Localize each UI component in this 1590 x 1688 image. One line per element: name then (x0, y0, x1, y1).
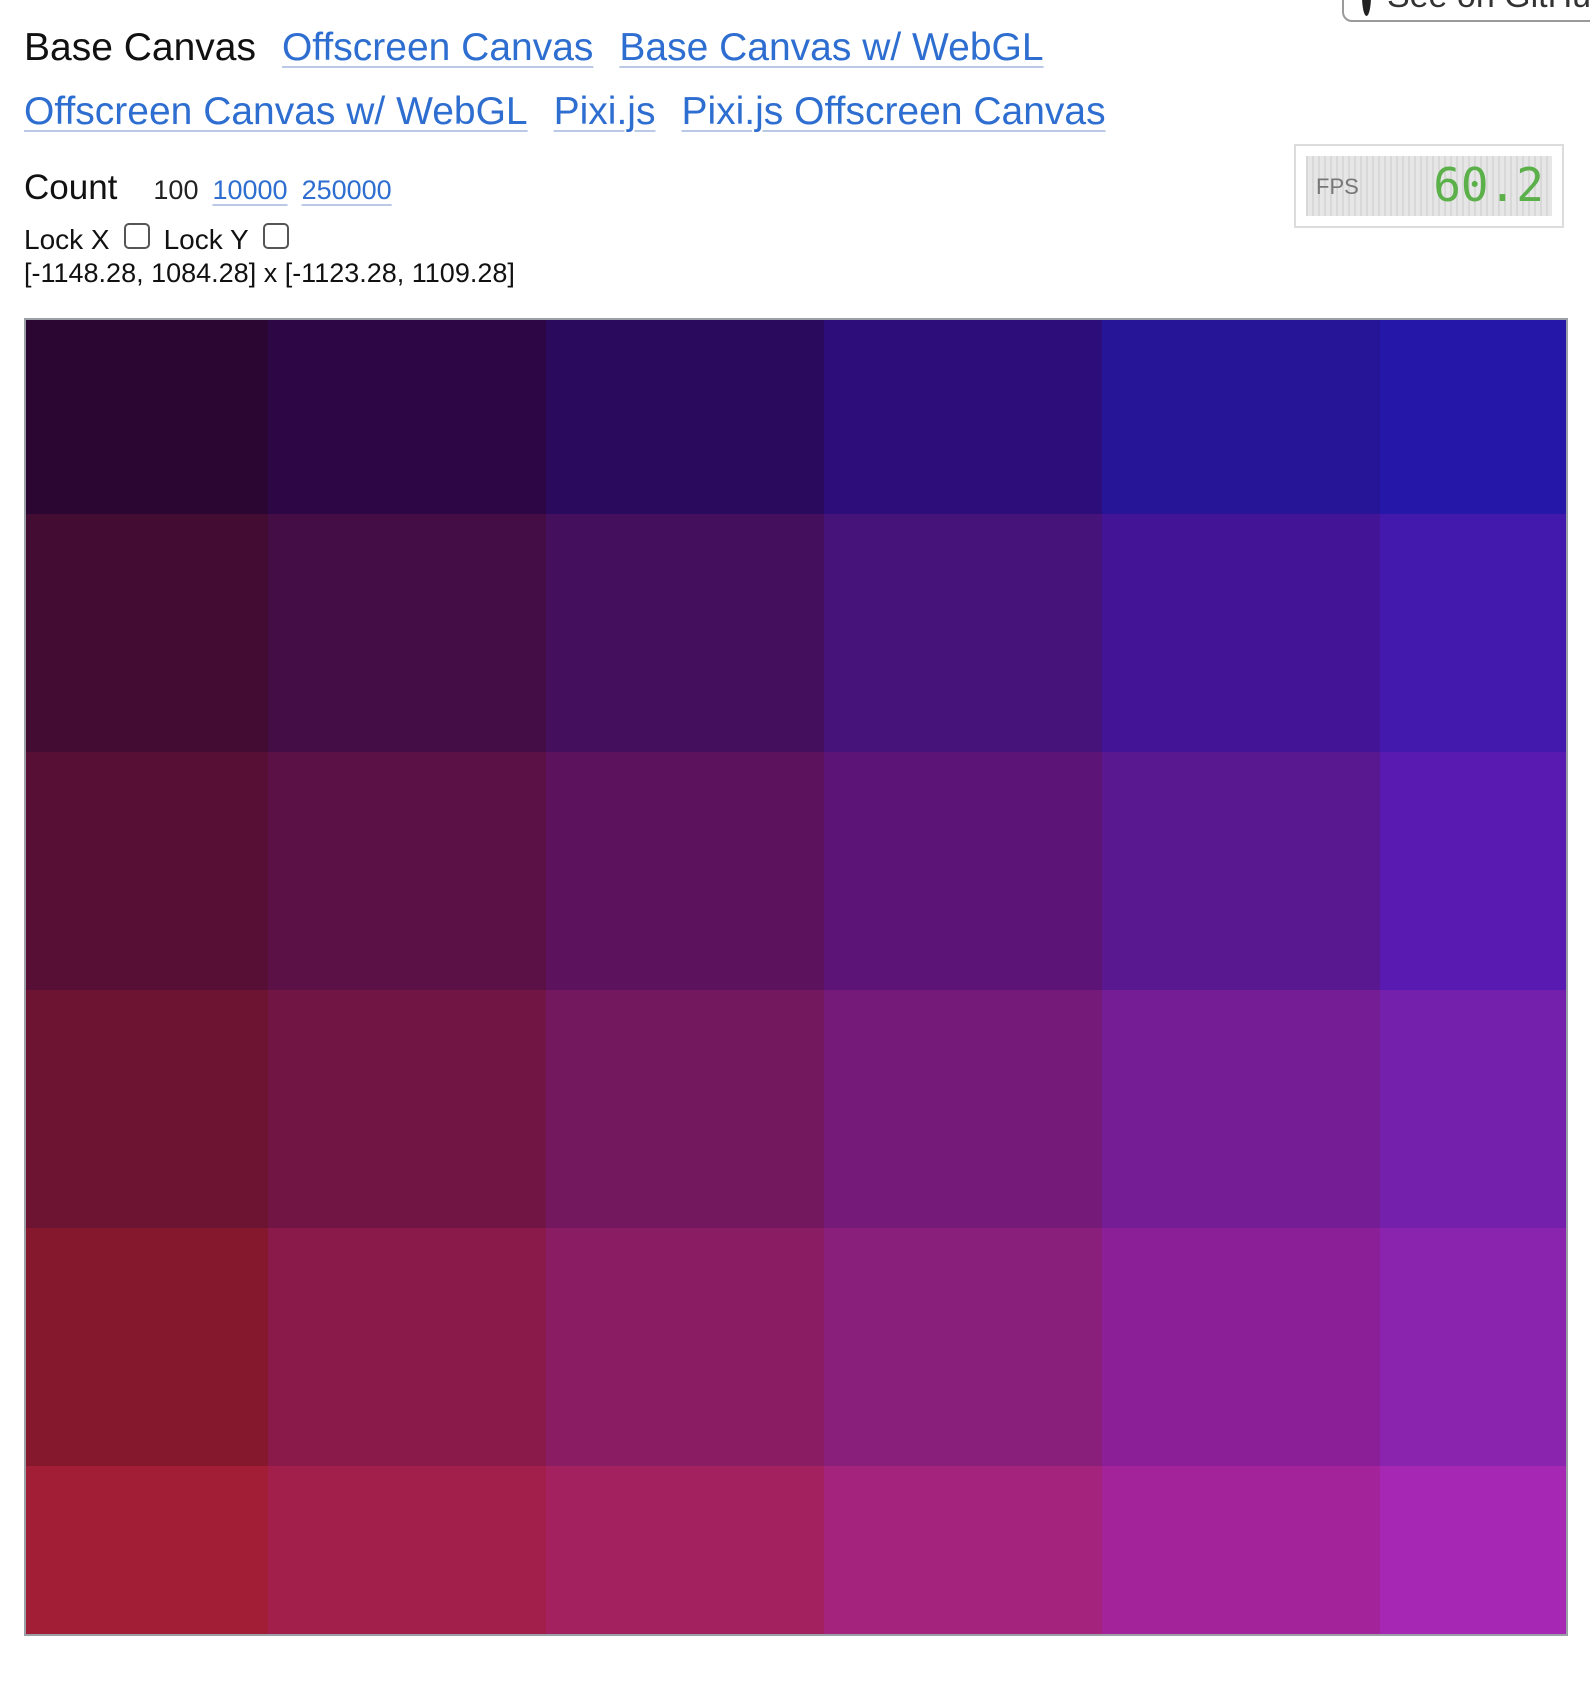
lock-y-checkbox[interactable] (262, 223, 289, 249)
see-on-github-button[interactable]: See on GitHub (1342, 0, 1590, 22)
nav-link-offscreen-canvas[interactable]: Offscreen Canvas (282, 26, 593, 70)
canvas-cell (824, 752, 1102, 990)
page: See on GitHub Base Canvas Offscreen Canv… (0, 0, 1590, 1688)
canvas-cell (268, 752, 546, 990)
canvas-cell (1102, 514, 1380, 752)
canvas-cell (26, 752, 268, 990)
canvas-cell (1380, 1466, 1566, 1634)
canvas-cell (1380, 320, 1566, 514)
render-canvas[interactable] (24, 318, 1568, 1636)
canvas-cell (546, 990, 824, 1228)
canvas-cell (1380, 514, 1566, 752)
count-option-selected: 100 (153, 175, 199, 205)
canvas-cell (1380, 990, 1566, 1228)
canvas-cell (26, 1228, 268, 1466)
count-selector: Count 100 10000 250000 (24, 168, 406, 208)
count-label: Count (24, 168, 118, 207)
canvas-cell (824, 1228, 1102, 1466)
nav-link-pixijs[interactable]: Pixi.js (554, 90, 656, 134)
github-icon (1362, 0, 1371, 16)
canvas-cell (26, 514, 268, 752)
canvas-cell (546, 1228, 824, 1466)
canvas-cell (26, 990, 268, 1228)
canvas-cell (546, 1466, 824, 1634)
canvas-cell (1380, 1228, 1566, 1466)
nav-current-base-canvas: Base Canvas (24, 26, 256, 69)
nav-link-pixijs-offscreen-canvas[interactable]: Pixi.js Offscreen Canvas (681, 90, 1105, 134)
canvas-cell (824, 514, 1102, 752)
canvas-cell (546, 320, 824, 514)
fps-meter: FPS 60.2 (1294, 144, 1564, 228)
canvas-cell (1102, 320, 1380, 514)
lock-y-label: Lock Y (163, 224, 249, 255)
lock-controls: Lock X Lock Y (24, 223, 303, 256)
count-option-10000[interactable]: 10000 (212, 175, 287, 206)
fps-value: 60.2 (1433, 158, 1544, 212)
nav-link-base-canvas-webgl[interactable]: Base Canvas w/ WebGL (619, 26, 1043, 70)
lock-x-checkbox[interactable] (123, 223, 150, 249)
fps-label: FPS (1316, 174, 1359, 199)
canvas-cell (824, 1466, 1102, 1634)
canvas-cell (1102, 1466, 1380, 1634)
canvas-cell (268, 320, 546, 514)
canvas-cell (26, 320, 268, 514)
github-button-label: See on GitHub (1387, 0, 1590, 16)
count-option-250000[interactable]: 250000 (302, 175, 392, 206)
demo-nav-row-2: Offscreen Canvas w/ WebGL Pixi.js Pixi.j… (24, 90, 1106, 134)
canvas-cell (1102, 990, 1380, 1228)
nav-link-offscreen-canvas-webgl[interactable]: Offscreen Canvas w/ WebGL (24, 90, 528, 134)
fps-graph: FPS 60.2 (1306, 156, 1552, 216)
canvas-cell (824, 320, 1102, 514)
canvas-cell (1102, 752, 1380, 990)
canvas-cell (26, 1466, 268, 1634)
canvas-cell (824, 990, 1102, 1228)
canvas-cell (268, 990, 546, 1228)
canvas-cell (268, 514, 546, 752)
canvas-cell (1380, 752, 1566, 990)
canvas-cell (1102, 1228, 1380, 1466)
lock-x-label: Lock X (24, 224, 110, 255)
canvas-cell (268, 1228, 546, 1466)
view-range-readout: [-1148.28, 1084.28] x [-1123.28, 1109.28… (24, 258, 515, 288)
canvas-cell (546, 514, 824, 752)
canvas-cell (546, 752, 824, 990)
canvas-cell (268, 1466, 546, 1634)
demo-nav-row-1: Base Canvas Offscreen Canvas Base Canvas… (24, 26, 1044, 70)
